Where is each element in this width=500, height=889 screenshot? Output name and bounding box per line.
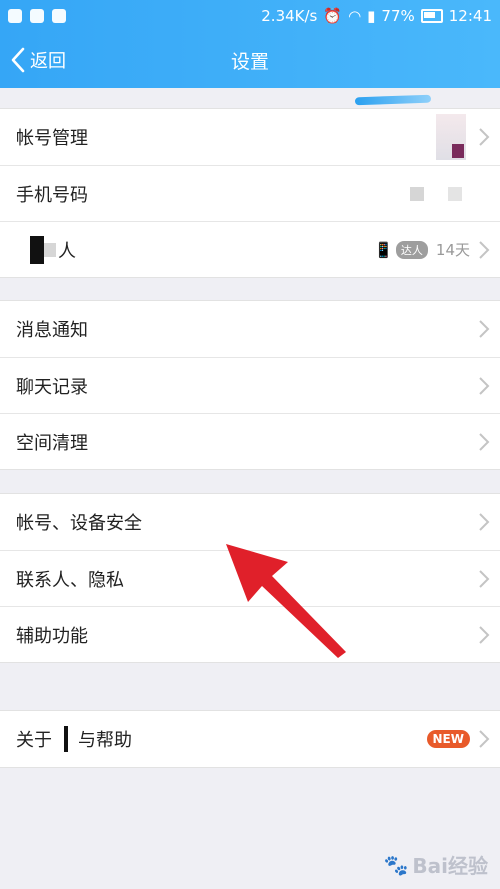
settings-item-phone-number[interactable]: 手机号码 (0, 165, 500, 221)
settings-item-notifications[interactable]: 消息通知 (0, 301, 500, 357)
settings-item-about-help[interactable]: 关于 与帮助 NEW (0, 711, 500, 767)
annotation-arrow (226, 544, 346, 658)
chevron-right-icon (479, 240, 490, 259)
chevron-right-icon (479, 432, 490, 451)
daren-badge: 📱 达人 (374, 240, 428, 259)
settings-group-messages: 消息通知 聊天记录 空间清理 (0, 300, 500, 470)
settings-item-label: 空间清理 (16, 432, 88, 454)
battery-icon (420, 9, 443, 23)
chevron-right-icon (479, 730, 490, 748)
settings-item-daren[interactable]: 人 📱 达人 14天 (0, 221, 500, 277)
nav-bar: 返回 设置 (0, 32, 500, 88)
settings-item-label-suffix: 与帮助 (78, 730, 132, 751)
redacted-mask (410, 186, 424, 201)
clock: 12:41 (448, 7, 492, 25)
redacted-mask (30, 235, 44, 264)
battery-percent: 77% (381, 7, 415, 25)
chevron-right-icon (479, 513, 490, 531)
settings-item-label: 手机号码 (16, 184, 88, 206)
days-count: 14天 (435, 241, 470, 259)
notification-icon (8, 9, 22, 23)
new-badge: NEW (426, 730, 470, 748)
watermark-text: Bai经验 (412, 854, 488, 878)
redacted-mask (448, 186, 462, 201)
paw-icon: 🐾 (383, 852, 409, 877)
daren-tag: 达人 (395, 240, 428, 259)
settings-item-storage-cleanup[interactable]: 空间清理 (0, 413, 500, 469)
settings-item-label: 帐号管理 (16, 128, 88, 149)
settings-item-label-prefix: 关于 (16, 730, 52, 751)
page-title: 设置 (230, 50, 269, 73)
chevron-right-icon (479, 625, 490, 644)
winged-phone-icon: 📱 (374, 240, 393, 259)
watermark: 🐾 Bai经验 (383, 850, 488, 879)
wifi-icon: ◠ (348, 7, 362, 25)
settings-item-label: 人 (58, 240, 76, 262)
chevron-left-icon (11, 47, 25, 73)
settings-item-chat-history[interactable]: 聊天记录 (0, 357, 500, 413)
chevron-right-icon (479, 376, 490, 395)
settings-group-about: 关于 与帮助 NEW (0, 710, 500, 768)
network-speed: 2.34K/s (261, 7, 318, 25)
settings-group-account: 帐号管理 手机号码 人 📱 达人 14天 (0, 108, 500, 278)
alarm-icon: ⏰ (323, 7, 343, 25)
app-grid-icon (52, 9, 66, 23)
redacted-mask (52, 724, 78, 754)
settings-item-label: 消息通知 (16, 320, 88, 341)
settings-item-label: 帐号、设备安全 (16, 513, 142, 534)
status-right: 2.34K/s ⏰ ◠ ▮ 77% 12:41 (261, 7, 492, 25)
chevron-right-icon (479, 128, 490, 146)
status-left-icons (8, 9, 66, 23)
chat-notification-icon (30, 9, 44, 23)
settings-item-label: 辅助功能 (16, 625, 88, 647)
back-button[interactable]: 返回 (10, 32, 66, 88)
settings-item-label: 联系人、隐私 (16, 569, 124, 591)
status-bar: 2.34K/s ⏰ ◠ ▮ 77% 12:41 (0, 0, 500, 32)
settings-item-account-management[interactable]: 帐号管理 (0, 109, 500, 165)
chevron-right-icon (479, 569, 490, 588)
chevron-right-icon (479, 320, 490, 338)
avatar-thumbnail (436, 114, 466, 160)
back-label: 返回 (30, 51, 66, 72)
decorative-stroke (354, 94, 432, 106)
settings-item-label: 聊天记录 (16, 376, 88, 398)
signal-icon: ▮ (367, 7, 376, 25)
redacted-mask (44, 242, 56, 257)
